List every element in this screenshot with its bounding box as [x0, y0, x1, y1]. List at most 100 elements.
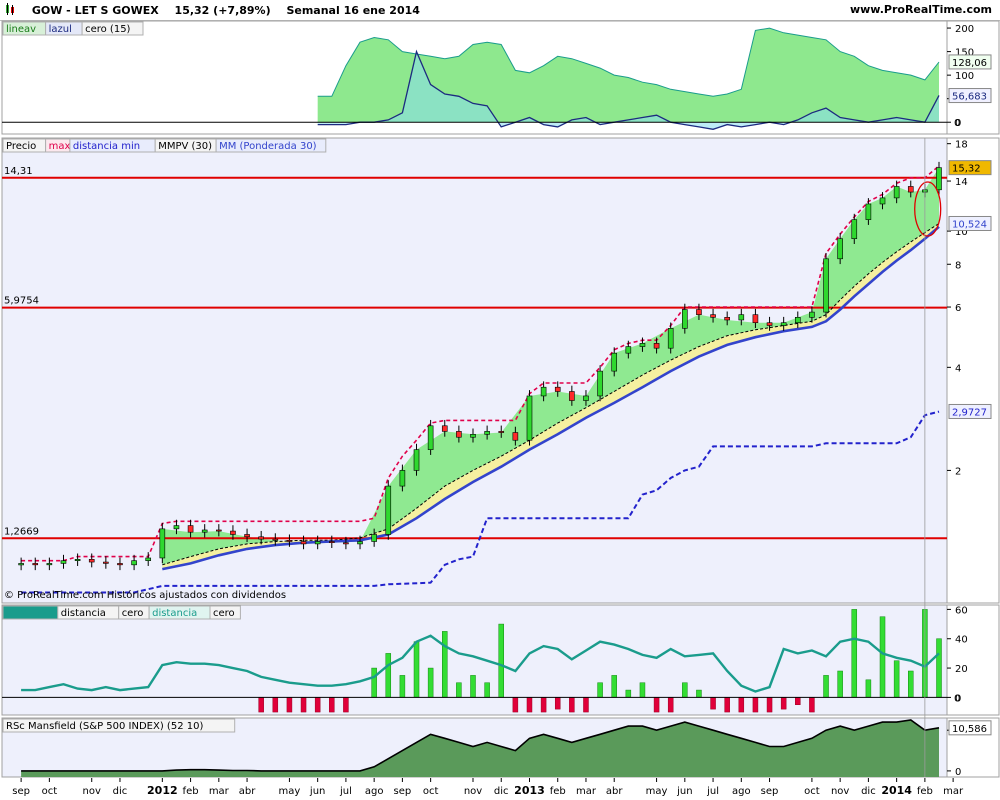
distancia-bar: [809, 697, 815, 713]
distancia-bar: [710, 697, 716, 710]
candle-body: [879, 197, 886, 205]
candle-body: [837, 238, 843, 260]
x-tick-label: feb: [550, 786, 566, 797]
x-tick-label: oct: [423, 786, 439, 797]
support-label-0: 14,31: [4, 166, 33, 177]
candle-body: [216, 529, 222, 532]
x-tick-label: oct: [804, 786, 820, 797]
candle-body: [696, 309, 702, 315]
distancia-bar: [540, 697, 547, 713]
candle-body: [554, 386, 561, 392]
support-label-2: 1,2669: [4, 526, 39, 537]
distancia-bar: [300, 697, 307, 713]
chart-window: GOW - LET S GOWEX 15,32 (+7,89%) Semanal…: [0, 0, 1000, 800]
distancia-bar: [893, 660, 900, 698]
x-tick-label: 2013: [514, 784, 545, 797]
distancia-bar: [314, 697, 321, 713]
candle-body: [653, 343, 660, 349]
candle-body: [88, 559, 95, 563]
candle-body: [907, 186, 914, 193]
distancia-bar: [766, 697, 773, 713]
panel2-legend: Precio max distancia min MMPV (30) MM (Ponde…: [2, 138, 327, 153]
distancia-bar: [611, 675, 617, 698]
x-tick-label: sep: [761, 786, 779, 797]
candle-body: [159, 528, 166, 559]
candle-body: [413, 449, 420, 471]
panel3-legend-item-3: distancia: [152, 608, 197, 619]
distancia-bar: [442, 631, 448, 698]
distancia-bar: [343, 697, 349, 713]
panel4-legend-item-0: RSc Mansfield (S&P 500 INDEX) (52 10): [6, 721, 203, 732]
panel4-legend: RSc Mansfield (S&P 500 INDEX) (52 10): [2, 718, 236, 733]
candle-body: [18, 563, 24, 566]
candle-body: [187, 525, 194, 533]
distancia-bar: [399, 675, 406, 698]
distancia-bar: [427, 667, 434, 698]
x-tick-label: nov: [83, 786, 101, 797]
panel1-last-lazul: 56,683: [952, 92, 987, 103]
x-tick-label: nov: [831, 786, 849, 797]
candle-body: [865, 203, 872, 220]
candle-body: [399, 470, 406, 487]
x-tick-label: ago: [365, 786, 384, 797]
distancia-bar: [272, 697, 279, 713]
candle-body: [74, 559, 81, 561]
x-tick-label: oct: [42, 786, 58, 797]
panel2-legend-item-4: MM (Ponderada 30): [219, 141, 317, 152]
distancia-bar: [795, 697, 801, 705]
panel1-legend-item-2: cero (15): [85, 24, 130, 35]
candle-body: [145, 557, 152, 561]
distancia-bar: [625, 689, 632, 698]
distancia-bar: [865, 679, 872, 698]
candle-body: [314, 541, 321, 545]
distancia-bar: [696, 689, 702, 698]
candle-body: [46, 563, 53, 566]
candle-body: [328, 541, 335, 544]
distancia-bar: [653, 697, 660, 713]
panel2-last-dmin: 2,9727: [952, 407, 987, 418]
candle-body: [724, 317, 730, 321]
distancia-bar: [667, 697, 674, 713]
x-tick-label: jul: [706, 786, 719, 797]
candle-body: [498, 431, 505, 433]
distancia-bar: [526, 697, 533, 713]
candle-body: [780, 322, 787, 326]
distancia-bar: [752, 697, 759, 713]
panel4-ytick-label: 0: [955, 767, 961, 778]
x-tick-label: sep: [394, 786, 412, 797]
panel2-last-price: 15,32: [952, 164, 981, 175]
distancia-bar: [583, 697, 589, 713]
candle-body: [540, 386, 547, 397]
distancia-bar: [456, 682, 462, 698]
panel2-ytick-label: 2: [955, 466, 961, 477]
panel2-legend-item-3: MMPV (30): [158, 141, 212, 152]
x-tick-label: dic: [861, 786, 876, 797]
candle-body: [752, 314, 759, 324]
x-tick-label: feb: [917, 786, 933, 797]
x-tick-label: dic: [494, 786, 509, 797]
footer-note: © ProRealTime.com Históricos ajustados c…: [4, 589, 286, 601]
panel2-last-mm: 10,524: [952, 219, 987, 230]
panel3-legend-item-0: CPM (52): [6, 608, 51, 619]
candle-body: [611, 352, 618, 372]
distancia-bar: [936, 638, 942, 698]
distancia-bar: [484, 682, 490, 698]
x-tick-label: 2014: [881, 784, 912, 797]
candle-body: [583, 395, 589, 401]
panel1-ytick-label: 100: [955, 71, 974, 82]
x-tick-label: mar: [209, 786, 230, 797]
distancia-bar: [639, 682, 646, 698]
candle-body: [512, 432, 519, 441]
panel2-legend-item-2: distancia min: [73, 141, 140, 152]
panel2-ytick-label: 6: [955, 303, 961, 314]
candle-body: [427, 425, 434, 450]
panel1-ytick-label: 200: [955, 24, 974, 35]
distancia-bar: [385, 653, 392, 698]
panel3-legend-item-4: cero: [213, 608, 235, 619]
panel1-legend: lineav lazul cero (15): [2, 21, 144, 36]
distancia-bar: [470, 675, 476, 698]
distancia-bar: [597, 682, 603, 698]
x-tick-label: sep: [12, 786, 30, 797]
candle-body: [343, 542, 349, 545]
candle-body: [794, 317, 801, 324]
